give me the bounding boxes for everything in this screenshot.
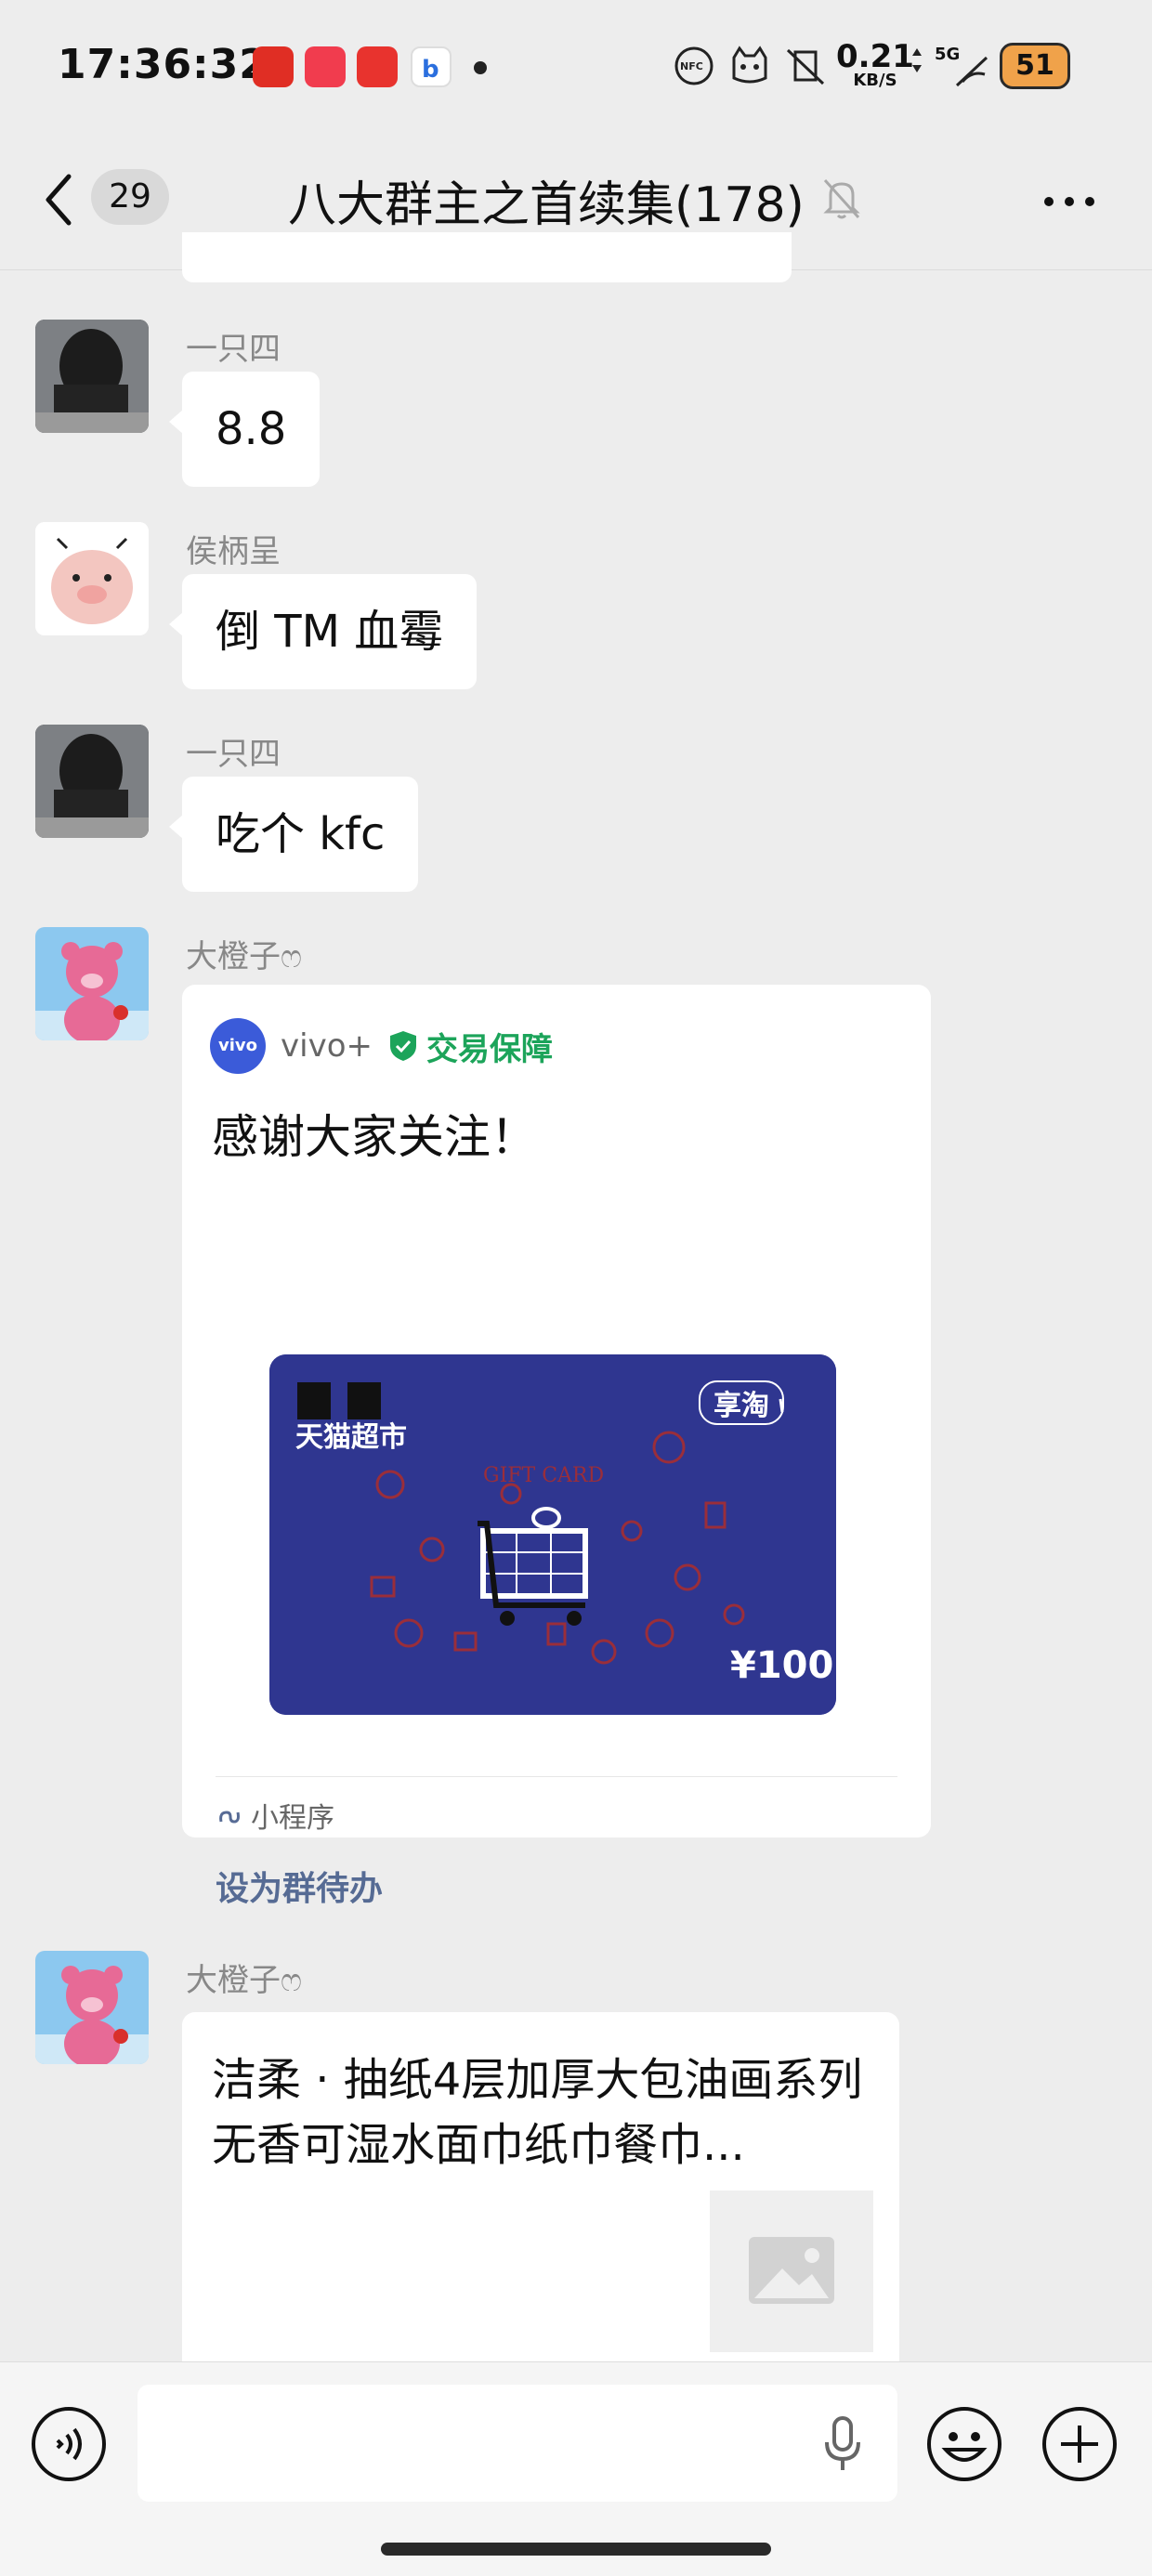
sender-name: 侯柄呈: [186, 533, 281, 570]
message-bubble[interactable]: 8.8: [168, 372, 321, 487]
gift-card-store: 天猫超市: [295, 1421, 407, 1454]
voice-mode-button[interactable]: [30, 2405, 108, 2483]
mini-program-label: 小程序: [251, 1802, 334, 1835]
message-input[interactable]: [137, 2385, 897, 2502]
vibrate-off-icon: [786, 48, 825, 85]
trade-guarantee-badge: 交易保障: [425, 1030, 553, 1068]
speed-value: 0.21: [836, 38, 914, 75]
card-header: vivo vivo+ 交易保障: [210, 1018, 553, 1074]
more-menu-icon[interactable]: [1042, 195, 1096, 208]
dianping-icon: [305, 46, 346, 87]
sender-name: 大橙子ෆ: [186, 938, 303, 975]
more-notifications-dot: [474, 61, 487, 74]
emoji-button[interactable]: [925, 2405, 1003, 2483]
cat-icon: [732, 46, 767, 84]
more-actions-plus-button[interactable]: [1041, 2405, 1119, 2483]
baidu-map-icon: b: [411, 46, 452, 87]
avatar[interactable]: [35, 927, 149, 1040]
battery-indicator: 51: [1000, 43, 1070, 89]
unread-count-badge[interactable]: 29: [91, 169, 169, 225]
card-divider: [216, 1776, 897, 1777]
avatar[interactable]: [35, 522, 149, 635]
message-bubble[interactable]: 吃个 kfc: [168, 777, 419, 892]
product-thumbnail: [710, 2190, 873, 2352]
mute-bell-icon: [823, 178, 860, 219]
data-arrows-icon: [912, 48, 922, 72]
gift-card-image: 天猫超市 享淘 GIFT CARD ¥100: [269, 1354, 836, 1715]
microphone-icon[interactable]: [821, 2414, 864, 2476]
message-bubble[interactable]: 倒 TM 血霉: [168, 574, 478, 689]
previous-message-bubble: [182, 232, 792, 282]
mini-program-source: 小程序: [216, 1795, 334, 1836]
input-bar: [0, 2361, 1152, 2576]
gift-card-label: GIFT CARD: [483, 1464, 605, 1487]
card-title: 感谢大家关注！: [212, 1110, 537, 1164]
brand-name: vivo+: [281, 1027, 373, 1065]
home-indicator[interactable]: [381, 2543, 771, 2556]
suning-icon: [357, 46, 398, 87]
network-speed: 0.21 KB/S: [836, 41, 914, 89]
product-title: 洁柔 · 抽纸4层加厚大包油画系列无香可湿水面巾纸巾餐巾...: [212, 2054, 863, 2171]
shield-check-icon: [389, 1031, 416, 1061]
pinduoduo-icon: [253, 46, 294, 87]
set-group-todo-link[interactable]: 设为群待办: [216, 1862, 383, 1910]
back-arrow-icon[interactable]: [41, 171, 78, 229]
nfc-icon: NFC: [674, 46, 713, 85]
svg-text:NFC: NFC: [680, 60, 703, 72]
clock: 17:36:32: [58, 41, 268, 88]
mini-program-icon: [219, 1811, 240, 1824]
image-placeholder-icon: [749, 2237, 834, 2304]
avatar[interactable]: [35, 725, 149, 838]
mini-program-card[interactable]: vivo vivo+ 交易保障 感谢大家关注！ 天猫超市 享淘 GIFT CAR…: [182, 985, 931, 1837]
vivo-logo-icon: vivo: [210, 1018, 266, 1074]
avatar[interactable]: [35, 320, 149, 433]
sender-name: 一只四: [186, 736, 281, 773]
gift-card-value: ¥100: [730, 1644, 834, 1687]
sender-name: 一只四: [186, 331, 281, 368]
status-bar: 17:36:32 b NFC 0.21 KB/S 5G 51: [0, 0, 1152, 130]
page-title: 八大群主之首续集(178): [288, 177, 805, 233]
gift-card-logo: 享淘: [699, 1380, 784, 1425]
sender-name: 大橙子ෆ: [186, 1962, 303, 1999]
avatar[interactable]: [35, 1951, 149, 2064]
svg-text:b: b: [422, 56, 439, 84]
signal-icon: [955, 56, 988, 87]
